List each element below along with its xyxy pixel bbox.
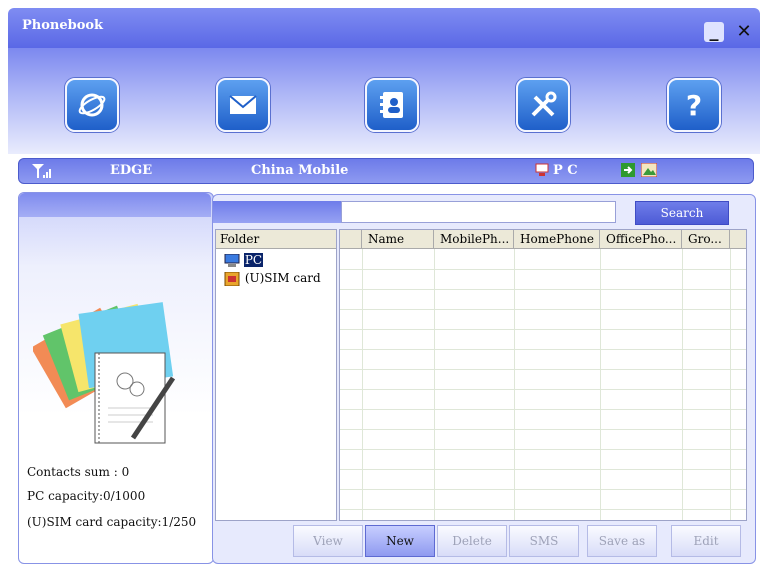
main-toolbar: ? xyxy=(8,48,760,154)
message-icon xyxy=(229,95,257,114)
sim-capacity: (U)SIM card capacity:1/250 xyxy=(27,515,197,529)
table-row xyxy=(340,329,746,350)
operator-name: China Mobile xyxy=(251,163,349,178)
internet-button[interactable] xyxy=(65,78,119,132)
sync-icon[interactable] xyxy=(621,163,635,181)
contacts-panel: Search Folder PC (U)SIM card Name Mobile… xyxy=(212,194,756,564)
help-button[interactable]: ? xyxy=(667,78,721,132)
settings-button[interactable] xyxy=(516,78,570,132)
picture-icon[interactable] xyxy=(640,162,658,181)
tree-item-label: (U)SIM card xyxy=(244,271,321,285)
table-row xyxy=(340,449,746,470)
column-header-select[interactable] xyxy=(340,230,362,248)
column-header-home[interactable]: HomePhone xyxy=(514,230,600,248)
contacts-sum: Contacts sum : 0 xyxy=(27,465,130,479)
search-strip xyxy=(213,201,341,223)
table-header: Name MobilePh... HomePhone OfficePho... … xyxy=(340,230,746,249)
phonebook-button[interactable] xyxy=(365,78,419,132)
pc-storage-icon xyxy=(535,163,549,181)
computer-icon xyxy=(224,253,240,267)
table-row xyxy=(340,469,746,490)
folder-tree: Folder PC (U)SIM card xyxy=(215,229,337,521)
table-row xyxy=(340,409,746,430)
contacts-table: Name MobilePh... HomePhone OfficePho... … xyxy=(339,229,747,521)
phonebook-window: Phonebook _ ✕ ? EDGE China Mobile P C Co… xyxy=(0,0,760,566)
column-header-group[interactable]: Gro... xyxy=(682,230,730,248)
sim-card-icon xyxy=(224,271,240,286)
save-as-button[interactable]: Save as xyxy=(587,525,657,557)
tree-item-label: PC xyxy=(243,253,264,267)
window-title: Phonebook xyxy=(22,18,104,33)
column-header-office[interactable]: OfficePho... xyxy=(600,230,682,248)
title-bar: Phonebook _ ✕ xyxy=(8,8,760,48)
network-type: EDGE xyxy=(110,163,153,178)
new-button[interactable]: New xyxy=(365,525,435,557)
close-button[interactable]: ✕ xyxy=(734,22,754,42)
minimize-button[interactable]: _ xyxy=(704,22,724,42)
internet-icon xyxy=(78,93,106,117)
table-row xyxy=(340,309,746,330)
phonebook-icon xyxy=(380,92,403,118)
edit-button[interactable]: Edit xyxy=(671,525,741,557)
table-row xyxy=(340,289,746,310)
storage-label: P C xyxy=(553,163,578,178)
view-button[interactable]: View xyxy=(293,525,363,557)
column-header-name[interactable]: Name xyxy=(362,230,434,248)
sms-button[interactable]: SMS xyxy=(509,525,579,557)
table-row xyxy=(340,429,746,450)
tree-item-pc[interactable]: PC xyxy=(224,252,264,268)
search-button[interactable]: Search xyxy=(635,201,729,225)
table-row xyxy=(340,369,746,390)
column-header-mobile[interactable]: MobilePh... xyxy=(434,230,514,248)
table-row xyxy=(340,249,746,270)
help-glyph: ? xyxy=(686,89,702,121)
table-row xyxy=(340,389,746,410)
table-row xyxy=(340,489,746,510)
message-button[interactable] xyxy=(216,78,270,132)
help-icon: ? xyxy=(686,89,702,121)
table-row xyxy=(340,349,746,370)
settings-icon xyxy=(531,91,557,117)
status-bar: EDGE China Mobile P C xyxy=(18,158,754,184)
table-row xyxy=(340,269,746,290)
search-input[interactable] xyxy=(341,201,616,223)
signal-icon xyxy=(31,163,53,183)
folder-header: Folder xyxy=(216,230,336,249)
tree-item-sim[interactable]: (U)SIM card xyxy=(224,270,322,286)
address-book-illustration xyxy=(33,302,176,444)
delete-button[interactable]: Delete xyxy=(437,525,507,557)
info-panel: Contacts sum : 0 PC capacity:0/1000 (U)S… xyxy=(18,192,214,564)
pc-capacity: PC capacity:0/1000 xyxy=(27,489,146,503)
info-panel-header xyxy=(19,193,211,217)
